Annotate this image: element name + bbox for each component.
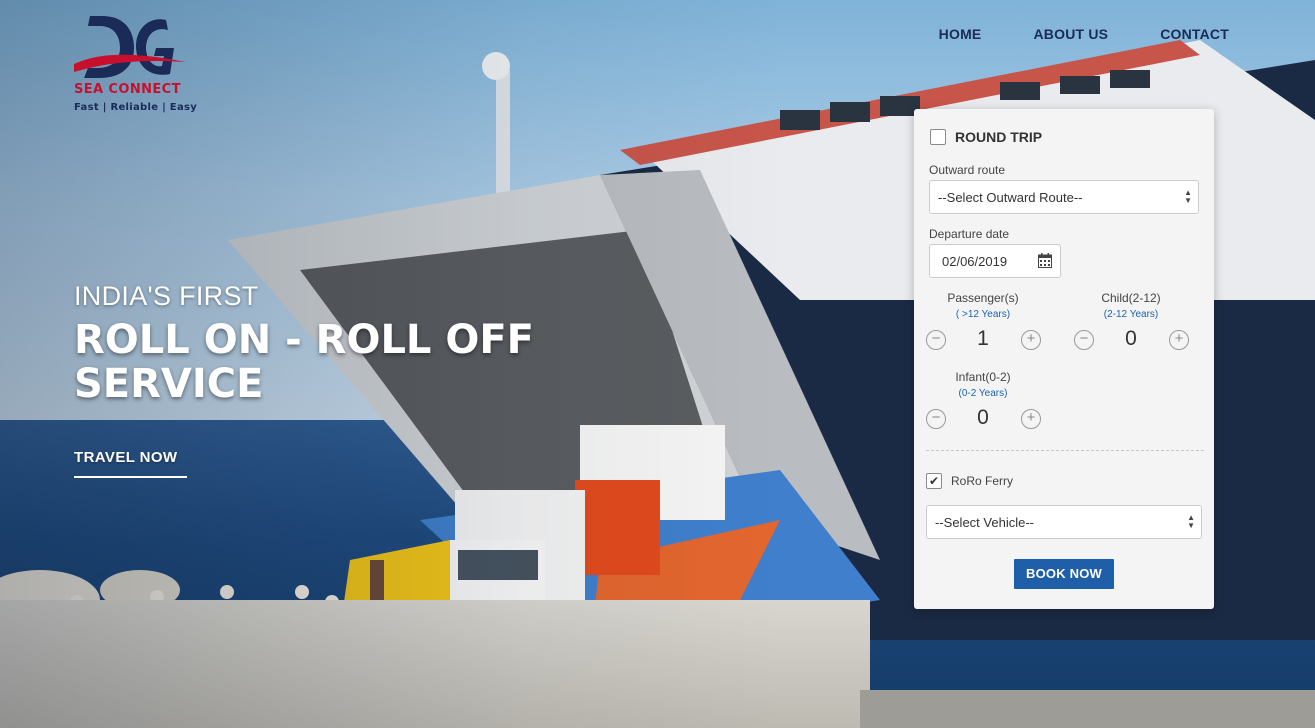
- outward-route-label: Outward route: [929, 163, 1006, 177]
- calendar-icon[interactable]: [1038, 253, 1052, 268]
- child-age-hint: (2-12 Years): [1103, 309, 1159, 320]
- passenger-count: 1: [977, 327, 989, 350]
- child-decrement-button[interactable]: −: [1074, 330, 1094, 350]
- child-label: Child(2-12): [1101, 291, 1161, 305]
- infant-increment-button[interactable]: +: [1021, 409, 1041, 429]
- infant-decrement-button[interactable]: −: [926, 409, 946, 429]
- dg-logo-icon: [74, 16, 186, 78]
- passenger-label: Passenger(s): [947, 291, 1019, 305]
- brand-tagline: Fast | Reliable | Easy: [74, 102, 198, 113]
- travel-now-link[interactable]: TRAVEL NOW: [74, 449, 187, 478]
- infant-age-hint: (0-2 Years): [958, 388, 1008, 399]
- roro-ferry-checkbox[interactable]: ✔: [926, 473, 942, 489]
- departure-date-value: 02/06/2019: [942, 254, 1008, 269]
- booking-card: ROUND TRIP Outward route --Select Outwar…: [914, 109, 1214, 609]
- outward-route-value: --Select Outward Route--: [938, 190, 1083, 205]
- passenger-increment-button[interactable]: +: [1021, 330, 1041, 350]
- divider: [926, 450, 1204, 451]
- hero-title: ROLL ON - ROLL OFF SERVICE: [74, 317, 534, 407]
- brand-name: SEA CONNECT: [74, 82, 181, 97]
- child-increment-button[interactable]: +: [1169, 330, 1189, 350]
- book-now-button[interactable]: BOOK NOW: [1014, 559, 1114, 589]
- vehicle-value: --Select Vehicle--: [935, 515, 1034, 530]
- outward-route-select[interactable]: --Select Outward Route-- ▲ ▼: [929, 180, 1199, 214]
- main-nav: HOME ABOUT US CONTACT: [939, 26, 1229, 42]
- roro-ferry-label: RoRo Ferry: [951, 474, 1014, 488]
- passenger-decrement-button[interactable]: −: [926, 330, 946, 350]
- nav-contact[interactable]: CONTACT: [1160, 26, 1229, 42]
- nav-home[interactable]: HOME: [939, 26, 982, 42]
- departure-date-label: Departure date: [929, 227, 1010, 241]
- child-count: 0: [1125, 327, 1137, 350]
- round-trip-label: ROUND TRIP: [955, 129, 1043, 145]
- round-trip-checkbox[interactable]: [930, 129, 946, 145]
- round-trip-option: ROUND TRIP: [930, 129, 1042, 145]
- infant-count: 0: [977, 406, 989, 429]
- departure-date-input[interactable]: 02/06/2019: [929, 244, 1061, 278]
- passenger-age-hint: ( >12 Years): [955, 309, 1011, 320]
- hero-subtitle: INDIA'S FIRST: [74, 281, 259, 311]
- vehicle-select[interactable]: --Select Vehicle-- ▲ ▼: [926, 505, 1202, 539]
- select-arrows-icon: ▲ ▼: [1184, 188, 1192, 205]
- infant-label: Infant(0-2): [955, 370, 1011, 384]
- nav-about-us[interactable]: ABOUT US: [1033, 26, 1108, 42]
- roro-ferry-option: ✔ RoRo Ferry: [926, 473, 1013, 489]
- select-arrows-icon: ▲ ▼: [1187, 513, 1195, 530]
